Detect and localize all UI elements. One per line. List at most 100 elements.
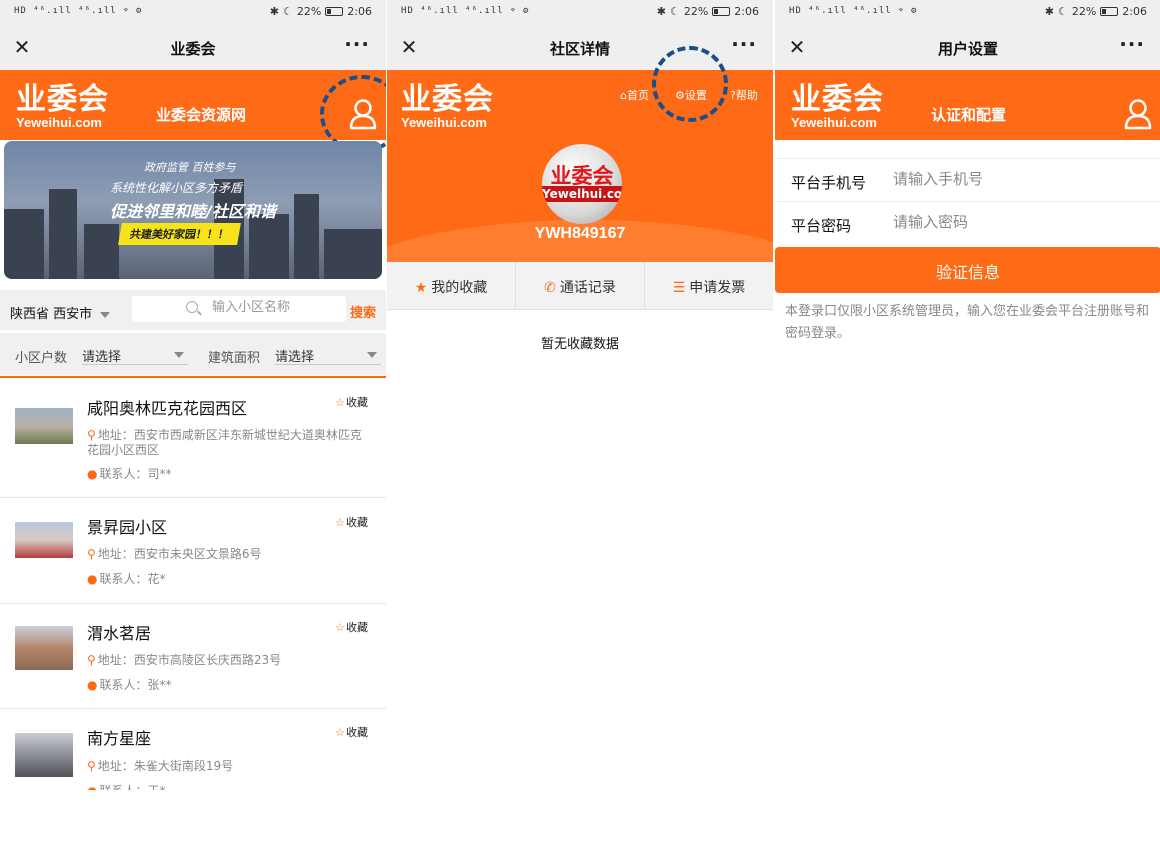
more-icon[interactable]: ··· <box>1119 32 1145 56</box>
skyline-building <box>4 209 44 279</box>
settings-link[interactable]: ⚙设置 <box>675 87 707 103</box>
signal-status: HD ⁴⁶.ıll ⁴⁶.ıll ⌔ ⚙ <box>14 6 143 16</box>
community-name: 咸阳奥林匹克花园西区 <box>87 399 248 418</box>
phone-icon: ✆ <box>544 280 556 296</box>
person-icon: ● <box>87 678 98 692</box>
search-button[interactable]: 搜索 <box>350 302 376 321</box>
tab-favorites-label: 我的收藏 <box>431 280 488 296</box>
address-prefix: 地址： <box>97 759 134 773</box>
skyline-building <box>249 214 289 279</box>
moon-icon: ☾ <box>669 5 680 18</box>
location-icon: ⚲ <box>87 653 96 667</box>
gear-icon: ⚙ <box>675 89 685 102</box>
battery-level: 22% <box>296 5 322 18</box>
page-title: 业委会 <box>170 40 216 58</box>
help-link[interactable]: ?帮助 <box>730 87 758 103</box>
promo-banner[interactable]: 政府监管 百姓参与 系统性化解小区多方矛盾 促进邻里和睦/社区和谐 共建美好家园… <box>4 141 382 279</box>
contact-text: 王* <box>148 784 166 790</box>
community-name: 渭水茗居 <box>87 624 152 643</box>
community-contact: ●联系人：王* <box>87 784 372 790</box>
banner-line1: 政府监管 百姓参与 <box>144 161 236 174</box>
favorite-button[interactable]: ☆收藏 <box>335 619 368 635</box>
site-logo[interactable]: 业委会 Yeweihui.com <box>791 84 884 130</box>
filter-area-value: 请选择 <box>275 350 315 365</box>
favorite-button[interactable]: ☆收藏 <box>335 394 368 410</box>
banner-line3: 促进邻里和睦/社区和谐 <box>110 202 276 221</box>
search-box[interactable] <box>132 296 346 322</box>
screen-user-settings: HD ⁴⁶.ıll ⁴⁶.ıll ⌔ ⚙ ✱ ☾ 22% 2:06 ✕ 用户设置… <box>775 0 1160 790</box>
screen-community-list: HD ⁴⁶.ıll ⁴⁶.ıll ⌔ ⚙ ✱ ☾ 22% 2:06 ✕ 业委会 … <box>0 0 386 790</box>
community-name: 景昇园小区 <box>87 518 168 537</box>
phone-label: 平台手机号 <box>791 174 867 192</box>
phone-input[interactable] <box>893 170 1143 188</box>
status-right: ✱ ☾ 22% 2:06 <box>1045 5 1147 18</box>
battery-icon <box>325 7 344 16</box>
address-prefix: 地址： <box>97 428 134 442</box>
password-row: 平台密码 <box>775 202 1160 246</box>
list-item[interactable]: 景昇园小区 ☆收藏 ⚲ 地址：西安市未央区文景路6号 ● 联系人：花* <box>0 498 386 604</box>
filter-area-select[interactable]: 请选择 <box>275 343 381 365</box>
filter-households-select[interactable]: 请选择 <box>82 343 188 365</box>
site-logo[interactable]: 业委会 Yeweihui.com <box>401 84 494 130</box>
home-icon: ⌂ <box>620 89 627 102</box>
avatar-logo-domain: Yewelhui.com <box>542 186 622 202</box>
banner-line4: 共建美好家园！！！ <box>118 223 241 245</box>
filter-households-value: 请选择 <box>82 350 122 365</box>
battery-icon <box>1100 7 1119 16</box>
tab-call-log-label: 通话记录 <box>559 280 616 296</box>
screen-community-detail: HD ⁴⁶.ıll ⁴⁶.ıll ⌔ ⚙ ✱ ☾ 22% 2:06 ✕ 社区详情… <box>387 0 773 790</box>
contact-text: 张** <box>147 678 172 692</box>
user-icon[interactable] <box>348 98 378 130</box>
community-thumbnail <box>15 522 73 558</box>
address-text: 西安市高陵区长庆西路23号 <box>133 653 282 667</box>
tab-favorites[interactable]: ★ 我的收藏 <box>387 262 516 309</box>
home-link[interactable]: ⌂首页 <box>620 87 649 103</box>
filter-area-label: 建筑面积 <box>208 351 261 366</box>
star-icon: ★ <box>414 280 428 296</box>
person-icon: ● <box>87 784 97 790</box>
search-input[interactable] <box>212 300 337 315</box>
chevron-down-icon <box>174 352 184 358</box>
address-prefix: 地址： <box>97 653 134 667</box>
battery-level: 22% <box>1071 5 1097 18</box>
star-icon: ☆ <box>335 396 345 409</box>
site-header: 业委会 Yeweihui.com 业委会资源网 <box>0 70 386 140</box>
chevron-down-icon <box>100 311 111 318</box>
signal-status: HD ⁴⁶.ıll ⁴⁶.ıll ⌔ ⚙ <box>789 6 918 16</box>
star-icon: ☆ <box>335 726 345 739</box>
site-logo[interactable]: 业委会 Yeweihui.com <box>16 84 109 130</box>
tab-invoice[interactable]: ☰ 申请发票 <box>645 262 773 309</box>
skyline-building <box>84 224 119 279</box>
list-item[interactable]: 南方星座 ☆收藏 ⚲地址：朱雀大街南段19号 ●联系人：王* <box>0 709 386 790</box>
favorite-label: 收藏 <box>346 516 368 529</box>
contact-text: 司** <box>147 467 172 481</box>
community-id: YWH849167 <box>534 225 626 242</box>
star-icon: ☆ <box>335 621 345 634</box>
filter-households-label: 小区户数 <box>15 351 68 366</box>
nav-bar: ✕ 社区详情 ··· <box>387 26 773 70</box>
page-title: 用户设置 <box>937 40 998 58</box>
bluetooth-icon: ✱ <box>1044 5 1054 18</box>
more-icon[interactable]: ··· <box>731 32 757 56</box>
favorite-button[interactable]: ☆收藏 <box>335 514 368 530</box>
home-link-label: 首页 <box>626 89 649 102</box>
verify-button[interactable]: 验证信息 <box>775 247 1160 293</box>
list-item[interactable]: 咸阳奥林匹克花园西区 ☆收藏 ⚲ 地址：西安市西咸新区沣东新城世纪大道奥林匹克花园… <box>0 380 386 498</box>
community-contact: ● 联系人：花* <box>87 572 372 587</box>
contact-prefix: 联系人： <box>99 678 148 692</box>
region-select[interactable]: 陕西省 西安市 <box>10 303 111 322</box>
chevron-down-icon <box>367 352 377 358</box>
more-icon[interactable]: ··· <box>344 32 370 56</box>
user-icon[interactable] <box>1123 98 1153 130</box>
bluetooth-icon: ✱ <box>269 5 279 18</box>
tab-call-log[interactable]: ✆ 通话记录 <box>516 262 645 309</box>
logo-text: 业委会 <box>401 82 494 117</box>
star-icon: ☆ <box>335 516 345 529</box>
favorite-button[interactable]: ☆收藏 <box>335 724 368 740</box>
password-input[interactable] <box>893 213 1143 231</box>
nav-bar: ✕ 用户设置 ··· <box>775 26 1160 70</box>
list-item[interactable]: 渭水茗居 ☆收藏 ⚲ 地址：西安市高陵区长庆西路23号 ● 联系人：张** <box>0 604 386 709</box>
login-note: 本登录口仅限小区系统管理员，输入您在业委会平台注册账号和密码登录。 <box>785 304 1150 341</box>
bluetooth-icon: ✱ <box>656 5 666 18</box>
header-title: 业委会资源网 <box>156 106 247 124</box>
